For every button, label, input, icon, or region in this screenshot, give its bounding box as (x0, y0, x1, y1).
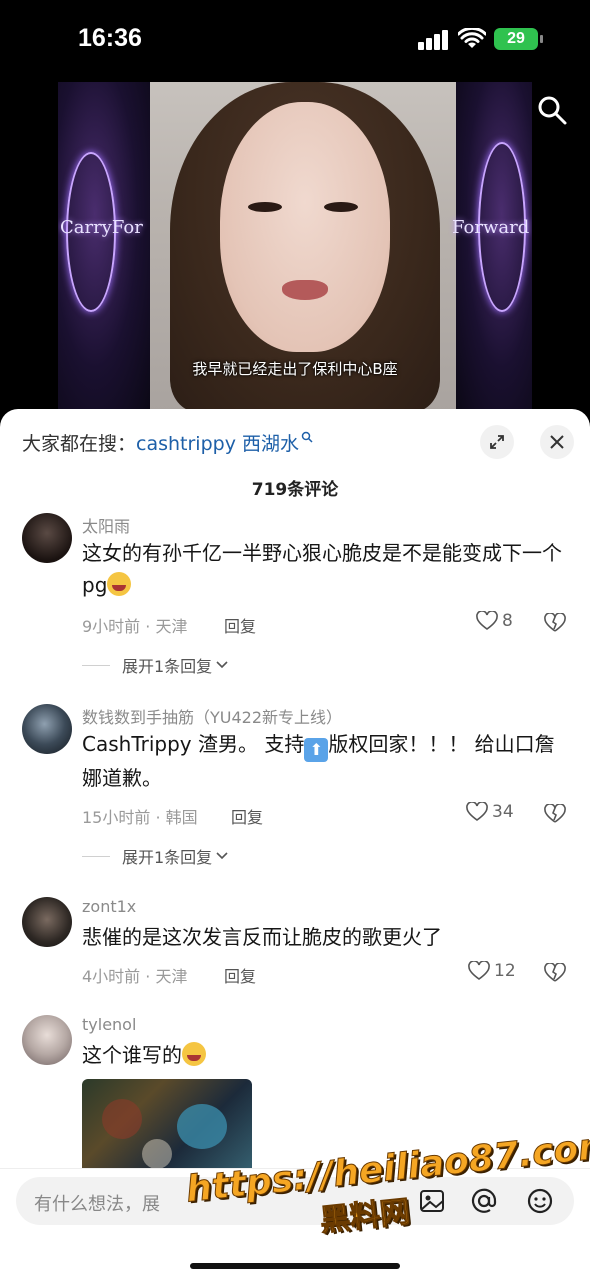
reply-button[interactable]: 回复 (224, 613, 256, 637)
battery-indicator: 29 (494, 28, 543, 50)
neon-sign-left: CarryFor (60, 217, 143, 238)
expand-replies-button[interactable]: 展开1条回复 (82, 844, 229, 868)
like-count: 8 (502, 611, 513, 631)
laughing-crying-emoji-icon (182, 1042, 206, 1066)
like-button[interactable]: 8 (476, 611, 513, 631)
comment-text: CashTrippy 渣男。 支持 ⬆ 版权回家！！！ 给山口詹娜道歉。 (82, 732, 555, 790)
comment-time-location: 15小时前 · 韩国 (82, 808, 198, 827)
like-button[interactable]: 34 (466, 802, 514, 822)
avatar[interactable] (22, 513, 72, 563)
expand-replies-button[interactable]: 展开1条回复 (82, 653, 229, 677)
trending-search-term[interactable]: cashtrippy 西湖水 (136, 433, 299, 455)
comment-text: 这女的有孙千亿一半野心狠心脆皮是不是能变成下一个pg (82, 541, 562, 597)
comment-time-location: 9小时前 · 天津 (82, 617, 188, 636)
neon-sign-right: Forward (452, 217, 530, 238)
comment-count: 719条评论 (251, 480, 339, 500)
chevron-down-icon (216, 661, 228, 669)
reply-button[interactable]: 回复 (231, 804, 263, 828)
heart-icon (468, 961, 490, 980)
avatar[interactable] (22, 897, 72, 947)
search-icon[interactable] (536, 94, 568, 126)
comment-username[interactable]: zont1x (82, 897, 136, 916)
avatar[interactable] (22, 1015, 72, 1065)
video-player[interactable]: CarryFor Forward 我早就已经走出了保利中心B座 (58, 82, 532, 412)
heart-icon (476, 611, 498, 630)
home-indicator (190, 1263, 400, 1269)
comment-username[interactable]: tylenol (82, 1015, 136, 1034)
expand-sheet-button[interactable] (480, 425, 514, 459)
comment-input-placeholder: 有什么想法，展 (34, 1194, 160, 1215)
comment-time-location: 4小时前 · 天津 (82, 967, 188, 986)
reply-button[interactable]: 回复 (224, 963, 256, 987)
up-arrow-emoji-icon: ⬆ (304, 738, 329, 762)
heart-icon (466, 802, 488, 821)
close-icon (550, 435, 564, 449)
comment-username[interactable]: 数钱数到手抽筋（YU422新专上线） (82, 704, 342, 728)
close-sheet-button[interactable] (540, 425, 574, 459)
chevron-down-icon (216, 852, 228, 860)
dislike-broken-heart-icon[interactable] (544, 804, 566, 824)
trending-search-label: 大家都在搜： (22, 433, 137, 455)
avatar[interactable] (22, 704, 72, 754)
watermark-name: 黑料网 (318, 1194, 412, 1239)
comment-text: 悲催的是这次发言反而让脆皮的歌更火了 (82, 925, 442, 949)
comment-text: 这个谁写的 (82, 1039, 562, 1071)
laughing-crying-emoji-icon (107, 572, 132, 596)
comment-username[interactable]: 太阳雨 (82, 513, 130, 537)
like-button[interactable]: 12 (468, 961, 516, 981)
dislike-broken-heart-icon[interactable] (544, 963, 566, 983)
expand-icon (490, 435, 504, 449)
status-bar: 16:36 29 (0, 0, 590, 80)
cellular-signal-icon (418, 30, 450, 50)
status-time: 16:36 (78, 24, 142, 52)
wifi-icon (458, 28, 486, 48)
like-count: 34 (492, 802, 514, 822)
like-count: 12 (494, 961, 516, 981)
dislike-broken-heart-icon[interactable] (544, 613, 566, 633)
video-subtitle: 我早就已经走出了保利中心B座 (192, 360, 398, 378)
search-small-icon (301, 431, 313, 443)
trending-search[interactable]: 大家都在搜：cashtrippy 西湖水 (22, 429, 313, 459)
